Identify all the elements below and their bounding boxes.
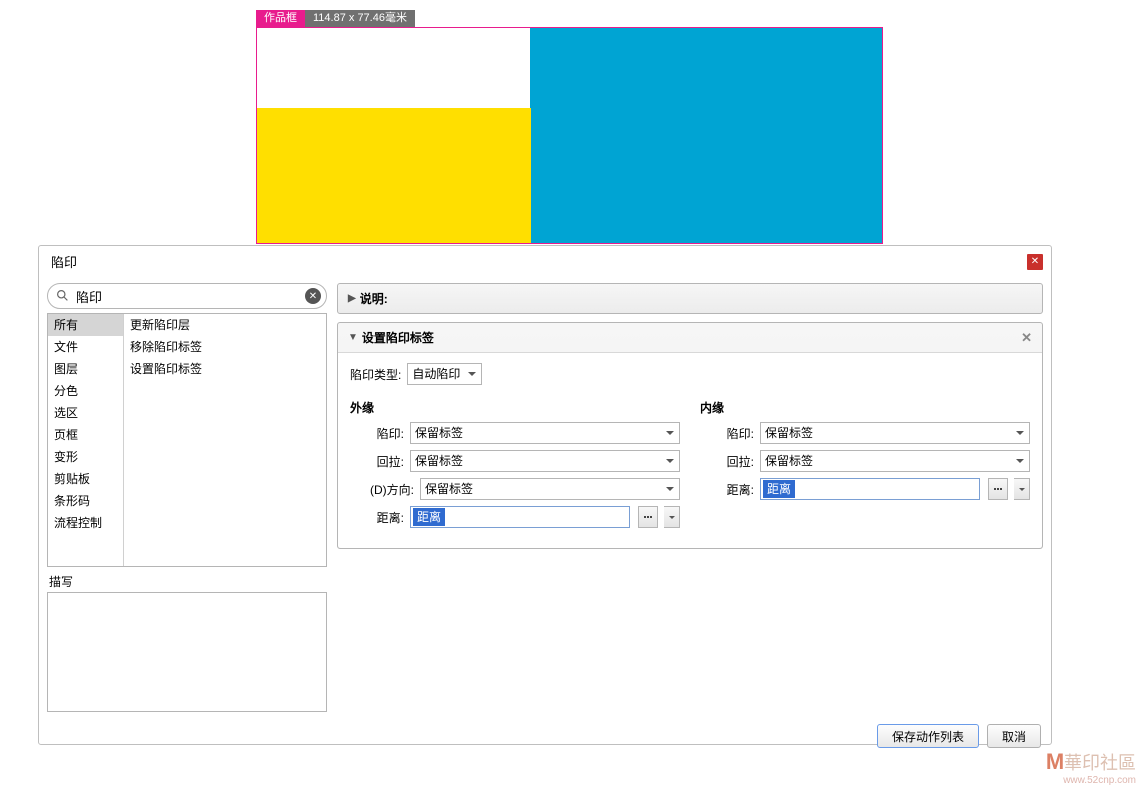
category-item[interactable]: 剪贴板	[48, 468, 123, 490]
outer-edge-label: 外缘	[350, 399, 680, 416]
outer-pull-label: 回拉:	[350, 453, 404, 470]
outer-trap-select[interactable]: 保留标签	[410, 422, 680, 444]
artwork-dimensions-tab[interactable]: 114.87 x 77.46毫米	[305, 10, 415, 27]
right-panel: ▶ 说明: ▼ 设置陷印标签 ✕ 陷印类型: 自动陷印	[337, 283, 1043, 712]
inner-trap-select[interactable]: 保留标签	[760, 422, 1030, 444]
watermark: M 華印社區 www.52cnp.com	[1046, 749, 1136, 786]
action-item[interactable]: 设置陷印标签	[124, 358, 326, 380]
category-item[interactable]: 图层	[48, 358, 123, 380]
outer-distance-options-button[interactable]	[638, 506, 658, 528]
section-description-title: 说明:	[360, 290, 388, 307]
outer-pull-select[interactable]: 保留标签	[410, 450, 680, 472]
inner-edge-label: 内缘	[700, 399, 1030, 416]
clear-search-button[interactable]: ✕	[305, 288, 321, 304]
category-item[interactable]: 分色	[48, 380, 123, 402]
inner-trap-label: 陷印:	[700, 425, 754, 442]
chevron-down-icon: ▼	[348, 332, 358, 343]
inner-distance-dropdown-button[interactable]	[1014, 478, 1030, 500]
action-item[interactable]: 更新陷印层	[124, 314, 326, 336]
description-box[interactable]	[47, 592, 327, 712]
trap-type-select[interactable]: 自动陷印	[407, 363, 482, 385]
section-settings-header[interactable]: ▼ 设置陷印标签 ✕	[338, 323, 1042, 352]
direction-label: (D)方向:	[350, 481, 414, 498]
category-item[interactable]: 选区	[48, 402, 123, 424]
outer-distance-input[interactable]: 距离	[410, 506, 630, 528]
artwork-yellow-area	[257, 108, 531, 243]
description-label: 描写	[49, 573, 325, 590]
inner-distance-options-button[interactable]	[988, 478, 1008, 500]
chevron-right-icon: ▶	[348, 293, 356, 304]
artwork-preview: 作品框 114.87 x 77.46毫米	[256, 10, 883, 244]
trap-type-label: 陷印类型:	[350, 366, 401, 383]
artwork-cyan-area	[530, 28, 882, 244]
dialog-title: 陷印	[51, 252, 77, 271]
section-close-button[interactable]: ✕	[1021, 330, 1032, 346]
section-description-header[interactable]: ▶ 说明:	[338, 284, 1042, 313]
save-action-list-button[interactable]: 保存动作列表	[877, 724, 979, 748]
outer-distance-dropdown-button[interactable]	[664, 506, 680, 528]
inner-distance-label: 距离:	[700, 481, 754, 498]
category-item[interactable]: 页框	[48, 424, 123, 446]
section-description: ▶ 说明:	[337, 283, 1043, 314]
section-settings-title: 设置陷印标签	[362, 329, 434, 346]
artwork-frame-tab[interactable]: 作品框	[256, 10, 305, 27]
category-item[interactable]: 条形码	[48, 490, 123, 512]
cancel-button[interactable]: 取消	[987, 724, 1041, 748]
section-settings: ▼ 设置陷印标签 ✕ 陷印类型: 自动陷印 外缘	[337, 322, 1043, 549]
category-list[interactable]: 所有 文件 图层 分色 选区 页框 变形 剪贴板 条形码 流程控制	[48, 314, 124, 566]
category-item[interactable]: 流程控制	[48, 512, 123, 534]
action-list[interactable]: 更新陷印层 移除陷印标签 设置陷印标签	[124, 314, 326, 566]
category-item[interactable]: 变形	[48, 446, 123, 468]
dots-icon	[644, 516, 652, 518]
search-icon	[56, 289, 69, 302]
inner-pull-select[interactable]: 保留标签	[760, 450, 1030, 472]
outer-trap-label: 陷印:	[350, 425, 404, 442]
clear-icon: ✕	[309, 291, 317, 302]
direction-select[interactable]: 保留标签	[420, 478, 680, 500]
left-panel: ✕ 所有 文件 图层 分色 选区 页框 变形 剪贴板 条形码 流程控制 更新陷	[47, 283, 327, 712]
search-input[interactable]	[47, 283, 327, 309]
inner-pull-label: 回拉:	[700, 453, 754, 470]
action-item[interactable]: 移除陷印标签	[124, 336, 326, 358]
dots-icon	[994, 488, 1002, 490]
outer-distance-label: 距离:	[350, 509, 404, 526]
artwork-frame	[256, 27, 883, 244]
close-button[interactable]: ✕	[1027, 254, 1043, 270]
category-item[interactable]: 文件	[48, 336, 123, 358]
category-item[interactable]: 所有	[48, 314, 123, 336]
trap-dialog: 陷印 ✕ ✕ 所有 文件 图层 分色 选区 页框	[38, 245, 1052, 745]
close-icon: ✕	[1031, 256, 1039, 267]
inner-distance-input[interactable]: 距离	[760, 478, 980, 500]
